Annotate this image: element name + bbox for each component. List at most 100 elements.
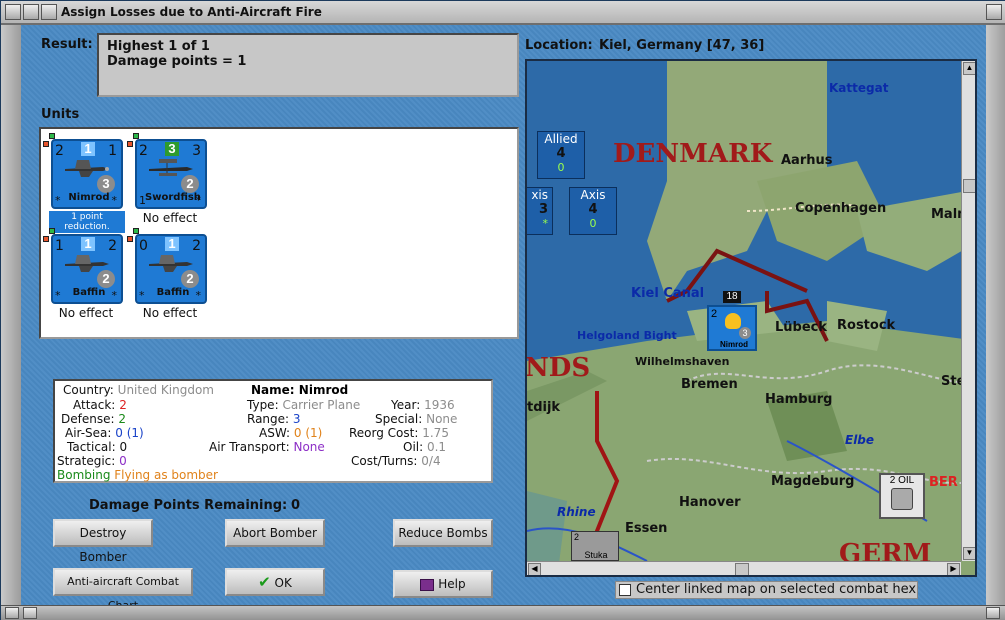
stuka-counter-name: Stuka: [584, 550, 608, 560]
unit-status: No effect: [142, 211, 198, 225]
city-magdeburg[interactable]: Magdeburg: [771, 474, 854, 489]
info-strategic: Strategic: 0: [57, 454, 127, 468]
city-rostock[interactable]: Rostock: [837, 318, 895, 333]
city-essen[interactable]: Essen: [625, 521, 667, 536]
axis-panel-title: Axis: [580, 188, 606, 202]
abort-bomber-button[interactable]: Abort Bomber: [225, 519, 325, 547]
checkbox-label: Center linked map on selected combat hex: [636, 582, 917, 597]
unit-card[interactable]: 1 1 2 2 * * Baffin No effect: [43, 226, 125, 326]
location-label: Location:: [525, 38, 593, 53]
minimize-button[interactable]: [23, 4, 39, 20]
reduce-bombs-button[interactable]: Reduce Bombs: [393, 519, 493, 547]
ok-button[interactable]: ✔ OK: [225, 568, 325, 596]
left-frame: [1, 25, 21, 615]
horizontal-scroll-thumb[interactable]: [735, 563, 749, 575]
unit-counter[interactable]: 2 3 3 2 1 * Swordfish: [135, 139, 207, 209]
info-oil: Oil: 0.1: [403, 440, 447, 454]
axis-panel-sub: 0: [589, 217, 597, 230]
info-defense: Defense: 2: [61, 412, 126, 426]
city-wilhelmshaven[interactable]: Wilhelmshaven: [635, 355, 729, 368]
restore-button[interactable]: [41, 4, 57, 20]
unit-card[interactable]: 0 1 2 2 * * Baffin No effect: [127, 226, 209, 326]
result-label: Result:: [41, 37, 93, 52]
unit-counter[interactable]: 2 1 1 3 * * Nimrod: [51, 139, 123, 209]
scroll-up-icon[interactable]: ▲: [963, 62, 975, 75]
info-tactical: Tactical: 0: [67, 440, 128, 454]
help-button[interactable]: Help: [393, 570, 493, 598]
unit-status: No effect: [58, 306, 114, 320]
selected-unit-counter[interactable]: 2 3 Nimrod: [707, 305, 757, 351]
center-linked-map-checkbox[interactable]: Center linked map on selected combat hex: [615, 581, 918, 599]
unit-circle-value: 2: [181, 175, 199, 193]
map-counter-name: Nimrod: [720, 340, 748, 349]
water-kattegat: Kattegat: [829, 81, 889, 95]
ok-button-label: OK: [274, 576, 292, 590]
city-partial-left[interactable]: tdijk: [527, 400, 560, 415]
result-box: Highest 1 of 1 Damage points = 1: [97, 33, 519, 97]
axis-partial-title: xis: [531, 188, 548, 202]
axis-strength-panel: Axis 4 0: [569, 187, 617, 235]
result-line-1: Highest 1 of 1: [107, 39, 210, 54]
info-special: Special: None: [375, 412, 458, 426]
close-button[interactable]: [986, 4, 1002, 20]
unit-name: Baffin: [156, 287, 190, 298]
unit-circle-value: 3: [97, 175, 115, 193]
resize-left-icon[interactable]: [5, 607, 19, 619]
destroy-bomber-button[interactable]: Destroy Bomber: [53, 519, 153, 564]
unit-status: No effect: [142, 306, 198, 320]
unit-name: Nimrod: [68, 192, 110, 203]
stuka-counter-value: 2: [574, 532, 580, 542]
aa-combat-chart-button[interactable]: Anti-aircraft Combat Chart: [53, 568, 193, 612]
unit-card[interactable]: 2 1 1 3 * * Nimrod 1 point reduction.: [43, 131, 125, 233]
city-hamburg[interactable]: Hamburg: [765, 392, 832, 407]
city-aarhus[interactable]: Aarhus: [781, 153, 833, 168]
title-bar[interactable]: Assign Losses due to Anti-Aircraft Fire: [1, 1, 1005, 25]
info-country: Country: United Kingdom: [63, 383, 214, 397]
unit-card[interactable]: 2 3 3 2 1 * Swordfish No effect: [127, 131, 209, 231]
unit-counter[interactable]: 1 1 2 2 * * Baffin: [51, 234, 123, 304]
country-label-berlin: BER: [929, 475, 958, 490]
status-dot: [127, 236, 133, 242]
unit-circle-value: 2: [181, 270, 199, 288]
water-helgoland-bight: Helgoland Bight: [577, 329, 677, 342]
info-reorg: Reorg Cost: 1.75: [349, 426, 449, 440]
status-dot: [43, 141, 49, 147]
resize-right-icon[interactable]: [986, 607, 1000, 619]
bottom-frame: [1, 605, 1005, 620]
map-vertical-scrollbar[interactable]: ▲ ▼: [961, 61, 975, 561]
unit-info-panel: Country: United Kingdom Attack: 2 Defens…: [53, 379, 493, 483]
allied-panel-title: Allied: [544, 132, 578, 146]
info-type: Type: Carrier Plane: [247, 398, 361, 412]
checkbox-box[interactable]: [619, 584, 631, 596]
status-dot: [127, 141, 133, 147]
result-line-2: Damage points = 1: [107, 54, 247, 69]
oil-barrel-icon: [891, 488, 913, 510]
system-menu-button[interactable]: [5, 4, 21, 20]
linked-map[interactable]: DENMARK NDS GERM BER Kattegat Kiel Canal…: [525, 59, 977, 577]
info-range: Range: 3: [247, 412, 301, 426]
location-value: Kiel, Germany [47, 36]: [599, 38, 765, 53]
oil-resource-marker[interactable]: 2 OIL: [879, 473, 925, 519]
city-lubeck[interactable]: Lübeck: [775, 320, 827, 335]
damage-remaining-label: Damage Points Remaining:: [89, 498, 288, 513]
info-air-transport: Air Transport: None: [209, 440, 325, 454]
unit-top-value: 3: [165, 142, 179, 156]
info-name: Name: Nimrod: [251, 383, 349, 397]
unit-counter[interactable]: 0 1 2 2 * * Baffin: [135, 234, 207, 304]
scroll-down-icon[interactable]: ▼: [963, 547, 975, 560]
help-book-icon: [420, 578, 435, 591]
axis-panel-value: 4: [588, 202, 598, 217]
city-bremen[interactable]: Bremen: [681, 377, 738, 392]
vertical-scroll-thumb[interactable]: [963, 179, 975, 193]
damage-remaining-value: 0: [291, 498, 301, 513]
scroll-right-icon[interactable]: ▶: [947, 563, 960, 575]
city-copenhagen[interactable]: Copenhagen: [795, 201, 886, 216]
map-horizontal-scrollbar[interactable]: ◀ ▶: [527, 561, 961, 575]
info-asw: ASW: 0 (1): [259, 426, 323, 440]
scroll-left-icon[interactable]: ◀: [528, 563, 541, 575]
window-title: Assign Losses due to Anti-Aircraft Fire: [61, 5, 322, 19]
city-hanover[interactable]: Hanover: [679, 495, 741, 510]
stuka-counter[interactable]: 2 Stuka: [571, 531, 619, 561]
resize-left-2-icon[interactable]: [23, 607, 37, 619]
burning-icon: [725, 313, 741, 329]
